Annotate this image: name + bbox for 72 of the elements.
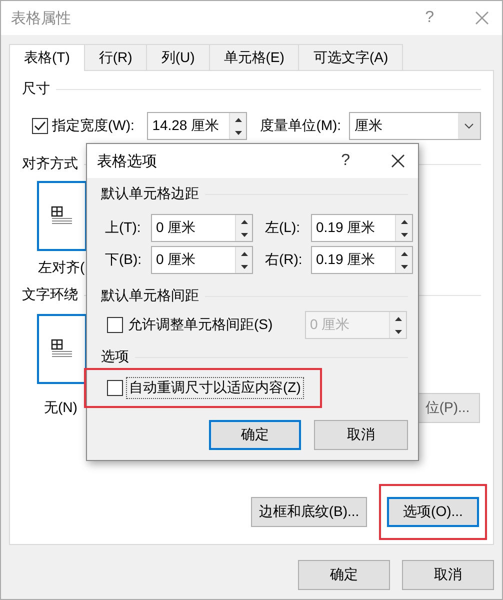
- up-arrow-icon: [394, 316, 402, 320]
- up-arrow-icon: [240, 252, 248, 256]
- option-label: 左对齐(: [38, 259, 85, 277]
- help-mark[interactable]: ?: [425, 9, 434, 27]
- alignment-option[interactable]: [37, 181, 87, 251]
- tab[interactable]: 可选文字(A): [298, 44, 404, 70]
- down-arrow-icon: [400, 264, 408, 268]
- cancel-button[interactable]: 取消: [314, 420, 408, 450]
- field-label: 下(B):: [104, 251, 143, 269]
- checkbox[interactable]: [107, 317, 123, 333]
- spin-up-button[interactable]: [390, 312, 406, 325]
- section-heading: 尺寸: [22, 80, 50, 98]
- number-field[interactable]: 0.19 厘米: [311, 246, 413, 274]
- up-arrow-icon: [400, 252, 408, 256]
- number-input[interactable]: 0 厘米: [152, 215, 235, 241]
- spin-down-button[interactable]: [236, 228, 252, 241]
- number-input[interactable]: 14.28 厘米: [148, 113, 230, 139]
- dialog-button[interactable]: 边框和底纹(B)...: [251, 497, 367, 527]
- ok-button[interactable]: 确定: [209, 420, 301, 450]
- field-label: 度量单位(M):: [259, 117, 342, 135]
- checkbox[interactable]: [32, 118, 48, 134]
- field-label: 右(R):: [265, 251, 304, 269]
- down-arrow-icon: [394, 330, 402, 334]
- checkbox-label: 允许调整单元格间距(S): [127, 316, 274, 334]
- dialog-button[interactable]: 选项(O)...: [387, 497, 479, 527]
- section-heading: 文字环绕: [22, 286, 78, 304]
- position-button[interactable]: 位(P)...: [416, 393, 480, 423]
- number-field[interactable]: 0 厘米: [151, 214, 253, 242]
- checkbox[interactable]: [107, 380, 123, 396]
- unit-select[interactable]: 厘米: [349, 112, 482, 140]
- section-heading: 选项: [101, 348, 129, 366]
- number-input[interactable]: 0.19 厘米: [312, 215, 395, 241]
- down-arrow-icon: [240, 232, 248, 236]
- number-field[interactable]: 14.28 厘米: [147, 112, 248, 140]
- section-heading: 默认单元格边距: [101, 185, 199, 203]
- spin-up-button[interactable]: [230, 113, 246, 126]
- field-label: 上(T):: [104, 219, 142, 237]
- dialog-title: 表格选项: [97, 152, 158, 170]
- table-align-icon: [51, 206, 73, 226]
- up-arrow-icon: [234, 118, 242, 122]
- spin-down-button[interactable]: [390, 325, 406, 338]
- spin-down-button[interactable]: [236, 260, 252, 273]
- spin-down-button[interactable]: [396, 260, 412, 273]
- up-arrow-icon: [400, 220, 408, 224]
- window-title: 表格属性: [11, 8, 72, 28]
- cancel-button[interactable]: 取消: [402, 560, 494, 590]
- down-arrow-icon: [400, 232, 408, 236]
- checkbox-label: 自动重调尺寸以适应内容(Z): [126, 377, 304, 399]
- number-field[interactable]: 0.19 厘米: [311, 214, 413, 242]
- spin-down-button[interactable]: [396, 228, 412, 241]
- field-label: 左(L):: [265, 219, 301, 237]
- up-arrow-icon: [240, 220, 248, 224]
- ok-button[interactable]: 确定: [298, 560, 390, 590]
- tab[interactable]: 表格(T): [9, 44, 85, 71]
- chevron-down-icon: [464, 123, 474, 129]
- spin-up-button[interactable]: [396, 247, 412, 260]
- section-heading: 对齐方式: [22, 155, 78, 173]
- spin-up-button[interactable]: [236, 247, 252, 260]
- spin-up-button[interactable]: [236, 215, 252, 228]
- number-input[interactable]: 0.19 厘米: [312, 247, 395, 273]
- number-field[interactable]: 0 厘米: [151, 246, 253, 274]
- checkbox-label: 指定宽度(W):: [51, 117, 136, 135]
- down-arrow-icon: [234, 130, 242, 134]
- spin-up-button[interactable]: [396, 215, 412, 228]
- wrap-option[interactable]: [37, 314, 87, 384]
- table-align-icon: [51, 339, 73, 359]
- number-input[interactable]: 0 厘米: [152, 247, 235, 273]
- option-label: 无(N): [44, 399, 78, 417]
- down-arrow-icon: [240, 264, 248, 268]
- spin-down-button[interactable]: [230, 126, 246, 139]
- help-mark[interactable]: ?: [341, 152, 350, 170]
- section-heading: 默认单元格间距: [101, 287, 199, 305]
